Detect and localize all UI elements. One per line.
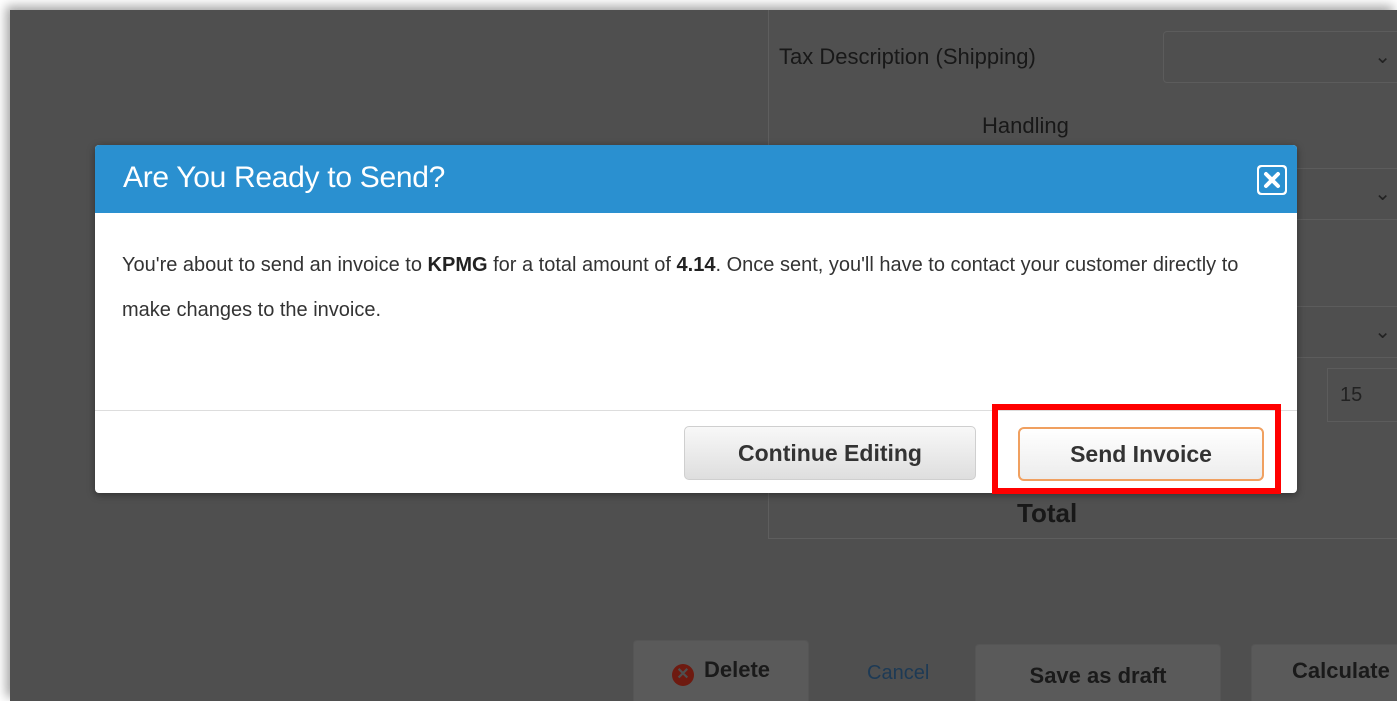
close-button[interactable] (1257, 165, 1287, 195)
total-label: Total (1017, 498, 1078, 528)
delete-label: Delete (703, 657, 771, 682)
save-draft-button[interactable]: Save as draft (975, 644, 1221, 701)
modal-header: Are You Ready to Send? (95, 145, 1297, 213)
calculate-button[interactable]: Calculate (1251, 644, 1397, 701)
message-text: You're about to send an invoice to (122, 254, 428, 276)
cancel-link[interactable]: Cancel (867, 662, 929, 685)
tax-description-select[interactable]: ⌄ (1163, 31, 1397, 83)
modal-divider (95, 410, 1297, 411)
number-input[interactable]: 15 (1327, 368, 1397, 422)
modal-message: You're about to send an invoice to KPMG … (122, 243, 1262, 333)
send-invoice-button[interactable]: Send Invoice (1018, 427, 1264, 481)
continue-editing-button[interactable]: Continue Editing (684, 426, 976, 480)
chevron-down-icon: ⌄ (1374, 321, 1391, 343)
invoice-amount: 4.14 (676, 254, 716, 276)
modal-title: Are You Ready to Send? (123, 161, 445, 194)
close-icon (1259, 167, 1285, 193)
delete-icon: ✕ (671, 664, 694, 686)
tax-description-label: Tax Description (Shipping) (779, 44, 1036, 69)
chevron-down-icon: ⌄ (1374, 183, 1391, 205)
customer-name: KPMG (427, 254, 488, 276)
message-text: for a total amount of (487, 254, 677, 276)
send-invoice-modal: Are You Ready to Send? You're about to s… (95, 145, 1297, 493)
delete-button[interactable]: ✕ Delete (633, 640, 809, 701)
handling-label: Handling (982, 113, 1069, 138)
chevron-down-icon: ⌄ (1374, 46, 1391, 68)
